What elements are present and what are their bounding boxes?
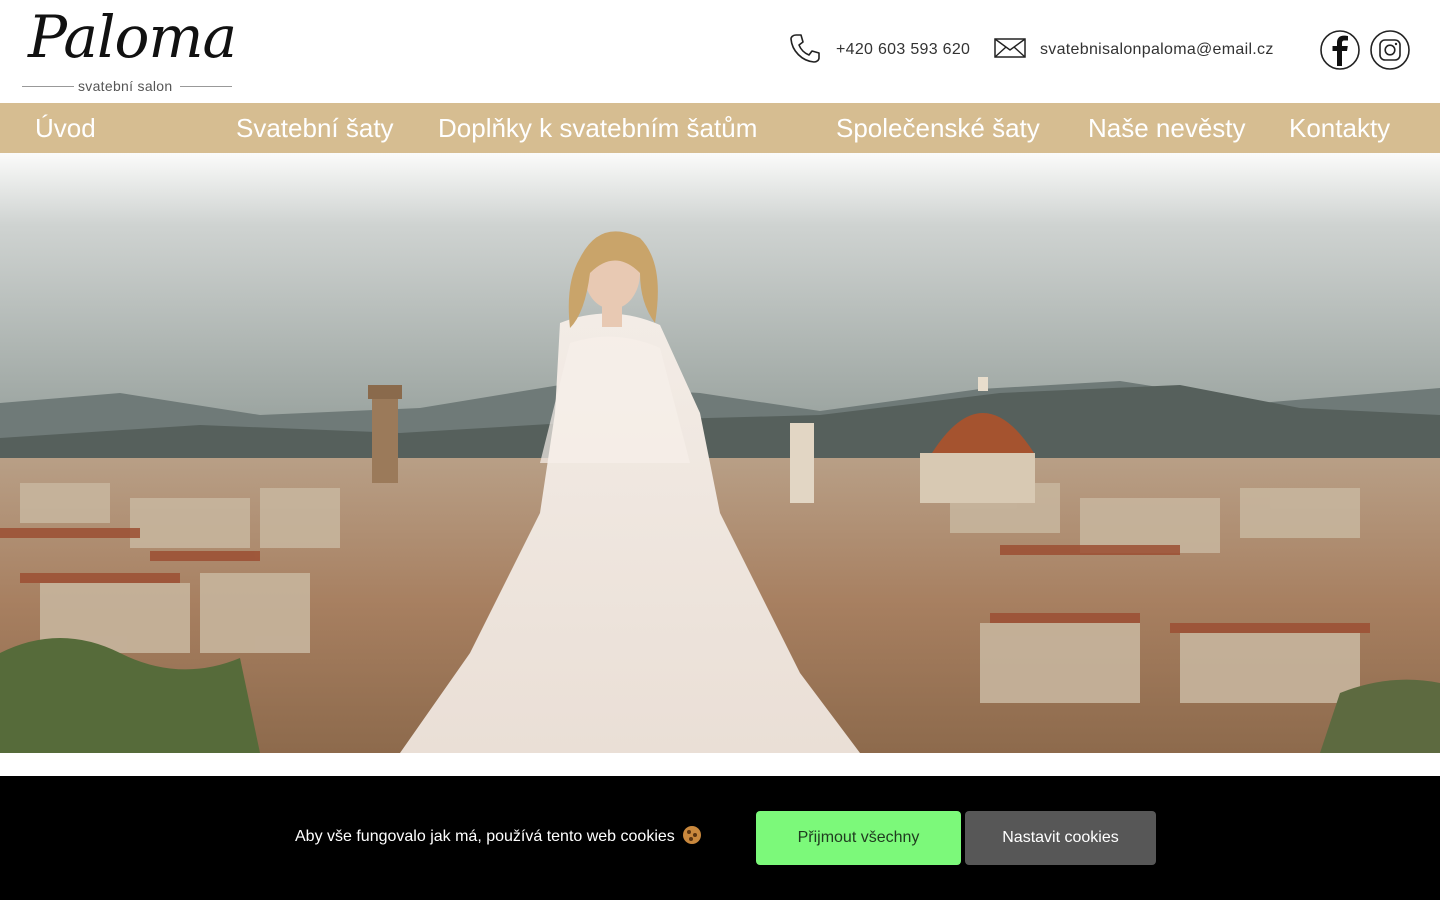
- accept-all-cookies-button[interactable]: Přijmout všechny: [756, 811, 961, 865]
- main-nav: Úvod Svatební šaty Doplňky k svatebním š…: [0, 103, 1440, 153]
- logo-script: Paloma: [28, 3, 237, 71]
- hero-image: [0, 153, 1440, 753]
- instagram-icon[interactable]: [1370, 30, 1410, 70]
- nav-item-contacts[interactable]: Kontakty: [1289, 103, 1390, 153]
- nav-item-evening-dresses[interactable]: Společenské šaty: [836, 103, 1040, 153]
- email-address[interactable]: svatebnisalonpaloma@email.cz: [1040, 41, 1274, 59]
- nav-item-our-brides[interactable]: Naše nevěsty: [1088, 103, 1246, 153]
- cookie-icon: [683, 826, 702, 844]
- email-contact[interactable]: svatebnisalonpaloma@email.cz: [994, 30, 1274, 70]
- site-header: Paloma svatební salon +420 603 593 620 s…: [0, 0, 1440, 103]
- cookie-message-wrapper: Aby vše fungovalo jak má, používá tento …: [295, 826, 702, 846]
- logo-subtitle: svatební salon: [78, 78, 173, 94]
- nav-item-wedding-dresses[interactable]: Svatební šaty: [236, 103, 394, 153]
- phone-icon: [788, 31, 822, 70]
- cookie-bar: Aby vše fungovalo jak má, používá tento …: [0, 776, 1440, 900]
- cookie-message: Aby vše fungovalo jak má, používá tento …: [295, 828, 675, 845]
- cookie-settings-button[interactable]: Nastavit cookies: [965, 811, 1156, 865]
- hero-spacer: [0, 753, 1440, 776]
- mail-icon: [994, 36, 1026, 65]
- logo-divider-right: [180, 86, 232, 87]
- hero-banner: [0, 153, 1440, 753]
- logo[interactable]: Paloma svatební salon: [22, 8, 237, 96]
- logo-divider-left: [22, 86, 74, 87]
- facebook-icon[interactable]: [1320, 30, 1360, 70]
- phone-number[interactable]: +420 603 593 620: [836, 41, 970, 59]
- phone-contact[interactable]: +420 603 593 620: [788, 30, 970, 70]
- page: Paloma svatební salon +420 603 593 620 s…: [0, 0, 1440, 900]
- nav-item-uvod[interactable]: Úvod: [35, 103, 96, 153]
- nav-item-accessories[interactable]: Doplňky k svatebním šatům: [438, 103, 757, 153]
